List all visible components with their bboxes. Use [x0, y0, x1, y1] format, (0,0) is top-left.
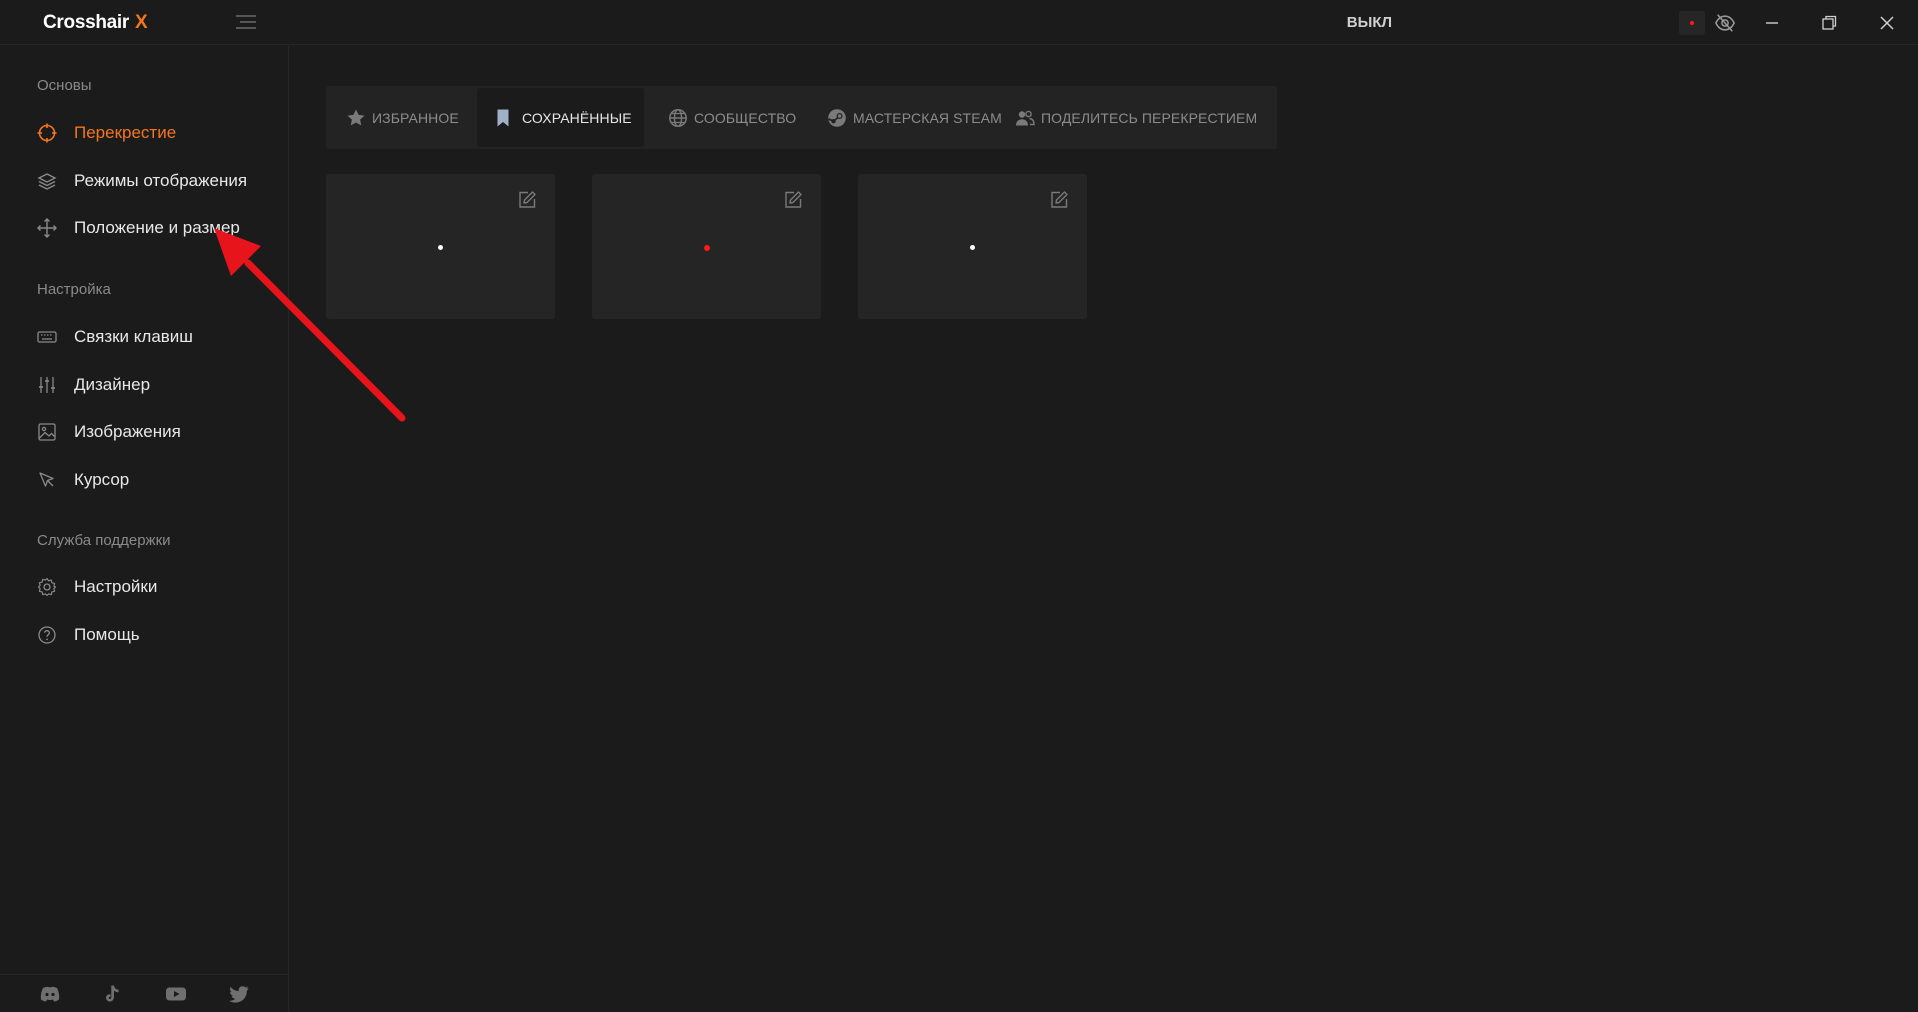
globe-icon — [669, 109, 687, 127]
edit-icon[interactable] — [1049, 190, 1069, 210]
tiktok-icon[interactable] — [102, 984, 124, 1004]
sliders-icon — [39, 377, 55, 393]
sidebar-item-label: Перекрестие — [74, 123, 177, 142]
edit-icon[interactable] — [517, 190, 537, 210]
sidebar-item-label: Положение и размер — [74, 218, 240, 237]
tab-favorites[interactable]: ИЗБРАННОЕ — [326, 88, 473, 147]
tab-label: ИЗБРАННОЕ — [372, 110, 459, 126]
sidebar-item-label: Режимы отображения — [74, 171, 248, 190]
crosshair-preview-dot — [704, 245, 710, 251]
gear-icon — [37, 577, 57, 597]
minimize-icon[interactable] — [1761, 12, 1783, 34]
discord-icon[interactable] — [39, 984, 61, 1004]
sidebar-item-label: Изображения — [74, 422, 181, 441]
help-icon — [38, 626, 56, 644]
cursor-icon — [39, 472, 54, 487]
tab-label: СОХРАНЁННЫЕ — [522, 110, 632, 126]
crosshair-preview-button[interactable] — [1679, 11, 1705, 35]
sidebar-item-images[interactable]: Изображения — [0, 414, 288, 450]
tab-label: ПОДЕЛИТЕСЬ ПЕРЕКРЕСТИЕМ — [1041, 110, 1258, 126]
sidebar: Основы Перекрестие Режимы отображения По… — [0, 46, 289, 1012]
sidebar-item-label: Курсор — [74, 470, 130, 489]
app-logo: Crosshair X — [43, 12, 148, 34]
crosshair-preview-dot — [970, 245, 975, 250]
sidebar-item-label: Связки клавиш — [74, 327, 193, 346]
tab-share-crosshair[interactable]: ПОДЕЛИТЕСЬ ПЕРЕКРЕСТИЕМ — [995, 88, 1275, 147]
edit-icon[interactable] — [783, 190, 803, 210]
saved-crosshair-card[interactable] — [326, 174, 555, 319]
crosshair-library-tabs: ИЗБРАННОЕ СОХРАНЁННЫЕ СООБЩЕСТВО МАСТЕРС… — [326, 86, 1277, 149]
saved-crosshair-card[interactable] — [858, 174, 1087, 319]
youtube-icon[interactable] — [165, 984, 187, 1004]
image-icon — [38, 423, 56, 441]
sidebar-item-display-modes[interactable]: Режимы отображения — [0, 163, 288, 199]
restore-icon[interactable] — [1818, 12, 1840, 34]
sidebar-item-label: Помощь — [74, 625, 140, 644]
app-name-suffix: X — [135, 12, 148, 33]
keyboard-icon — [37, 331, 57, 343]
tab-community[interactable]: СООБЩЕСТВО — [648, 88, 803, 147]
twitter-icon[interactable] — [228, 984, 250, 1004]
users-icon — [1016, 110, 1035, 126]
sidebar-item-help[interactable]: Помощь — [0, 617, 288, 653]
crosshair-status-label[interactable]: ВЫКЛ — [1347, 14, 1392, 31]
sidebar-item-crosshair[interactable]: Перекрестие — [0, 115, 288, 151]
sidebar-item-cursor[interactable]: Курсор — [0, 462, 288, 498]
sidebar-item-settings[interactable]: Настройки — [0, 569, 288, 605]
move-icon — [37, 218, 57, 238]
section-title-settings: Настройка — [37, 281, 111, 298]
sidebar-item-label: Дизайнер — [74, 375, 151, 394]
steam-icon — [828, 109, 846, 127]
star-icon — [347, 109, 365, 126]
saved-crosshair-card[interactable] — [592, 174, 821, 319]
sidebar-item-position-size[interactable]: Положение и размер — [0, 210, 288, 246]
section-title-support: Служба поддержки — [37, 532, 171, 549]
crosshair-preview-dot — [438, 245, 443, 250]
sidebar-item-designer[interactable]: Дизайнер — [0, 367, 288, 403]
bookmark-icon — [497, 109, 509, 127]
tab-label: СООБЩЕСТВО — [694, 110, 797, 126]
sidebar-item-keybinds[interactable]: Связки клавиш — [0, 319, 288, 355]
tab-label: МАСТЕРСКАЯ STEAM — [853, 110, 1002, 126]
tab-saved[interactable]: СОХРАНЁННЫЕ — [477, 88, 644, 147]
social-links — [0, 974, 288, 1012]
layers-icon — [37, 173, 57, 190]
close-icon[interactable] — [1876, 12, 1898, 34]
crosshair-icon — [37, 123, 57, 143]
menu-toggle-icon[interactable] — [234, 14, 258, 30]
app-name: Crosshair — [43, 12, 130, 33]
sidebar-item-label: Настройки — [74, 577, 158, 596]
title-bar: Crosshair X ВЫКЛ — [0, 0, 1918, 45]
section-title-basics: Основы — [37, 77, 92, 94]
eye-off-icon[interactable] — [1714, 12, 1736, 34]
tab-steam-workshop[interactable]: МАСТЕРСКАЯ STEAM — [807, 88, 1002, 147]
